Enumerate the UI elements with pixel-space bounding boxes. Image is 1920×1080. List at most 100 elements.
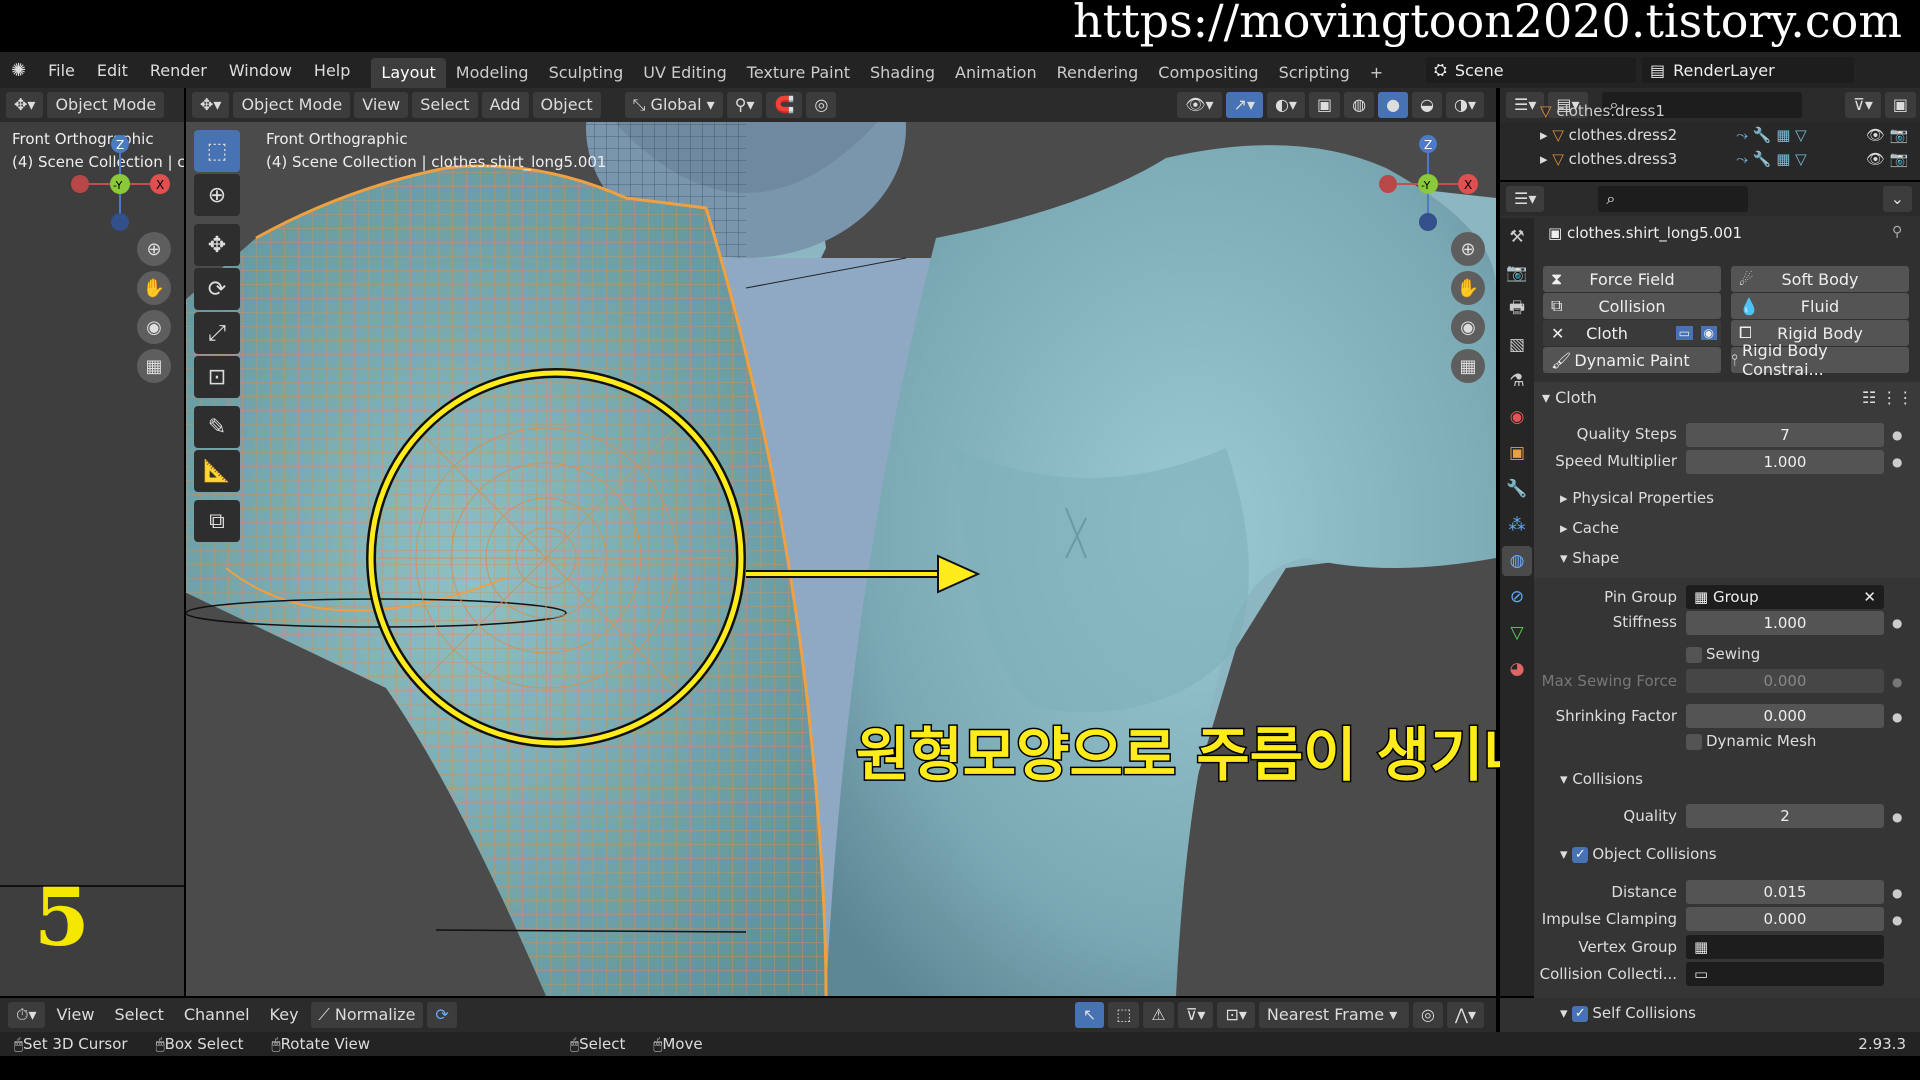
visibility-icon[interactable]: 👁▾ — [1177, 92, 1222, 118]
properties-editor-type-button[interactable]: ☰▾ — [1506, 186, 1545, 212]
fluid-button[interactable]: 💧 Fluid — [1731, 293, 1909, 319]
tab-layout[interactable]: Layout — [371, 58, 446, 88]
checkbox-checked-icon[interactable]: ✓ — [1572, 1005, 1589, 1022]
collision-button[interactable]: ⧉ Collision — [1543, 293, 1721, 319]
timeline-menu-channel[interactable]: Channel — [176, 1002, 258, 1028]
xray-icon[interactable]: ▣ — [1308, 92, 1341, 118]
cloth-panel-title[interactable]: ▾ Cloth — [1542, 388, 1597, 407]
grid-icon[interactable]: ▦ — [137, 349, 171, 383]
collision-quality-field[interactable]: 2 — [1686, 804, 1884, 828]
proportional-icon[interactable]: ◎ — [1412, 1002, 1443, 1028]
sewing-checkbox[interactable]: Sewing — [1686, 645, 1760, 663]
measure-tool-icon[interactable]: 📐 — [194, 450, 240, 492]
proportional-edit-icon[interactable]: ◎ — [806, 92, 837, 118]
blender-logo-icon[interactable]: ✺ — [0, 60, 37, 81]
filter-icon[interactable]: ⊽▾ — [1177, 1002, 1214, 1028]
keyframe-dot[interactable]: ● — [1892, 675, 1902, 689]
collisions-subpanel[interactable]: ▾ Collisions — [1560, 770, 1643, 788]
outliner-editor-type-button[interactable]: ☰▾ — [1506, 92, 1545, 118]
pin-icon[interactable]: ⚲ — [1892, 224, 1902, 240]
shape-subpanel[interactable]: ▾ Shape — [1560, 549, 1619, 567]
editor-type-button[interactable]: ✥▾ — [6, 92, 44, 118]
tab-rendering[interactable]: Rendering — [1047, 58, 1149, 88]
tab-sculpting[interactable]: Sculpting — [539, 58, 634, 88]
menu-render[interactable]: Render — [139, 61, 218, 80]
menu-object[interactable]: Object — [532, 92, 601, 118]
render-layer-selector[interactable]: ▤ RenderLayer — [1642, 57, 1854, 83]
timeline-menu-select[interactable]: Select — [106, 1002, 171, 1028]
left-viewport[interactable]: ✥▾ Object Mode Front Orthographic (4) Sc… — [0, 88, 184, 996]
pivot-icon[interactable]: ⚲▾ — [726, 92, 763, 118]
filter-icon[interactable]: ⊽▾ — [1845, 92, 1881, 118]
tab-animation[interactable]: Animation — [945, 58, 1047, 88]
menu-edit[interactable]: Edit — [86, 61, 139, 80]
physical-properties-subpanel[interactable]: ▸ Physical Properties — [1560, 489, 1714, 507]
normalize-toggle[interactable]: ⟋ Normalize — [310, 1002, 424, 1028]
main-editor-type-button[interactable]: ✥▾ — [192, 92, 230, 118]
outliner-row-dress2[interactable]: ▸ ▽ clothes.dress2 — [1540, 126, 1677, 144]
self-collisions-subpanel[interactable]: ▾ ✓ Self Collisions — [1560, 1004, 1696, 1022]
render-tab-icon[interactable]: 📷 — [1502, 258, 1532, 288]
display-viewport-icon[interactable]: ▭ — [1675, 326, 1693, 340]
errors-icon[interactable]: ⚠ — [1143, 1002, 1174, 1028]
menu-file[interactable]: File — [37, 61, 86, 80]
pin-group-field[interactable]: ▦ Group ✕ — [1686, 585, 1884, 609]
modifier-tab-icon[interactable]: 🔧 — [1502, 474, 1532, 504]
dynamic-mesh-checkbox[interactable]: Dynamic Mesh — [1686, 732, 1816, 750]
tab-scripting[interactable]: Scripting — [1269, 58, 1360, 88]
tab-modeling[interactable]: Modeling — [446, 58, 539, 88]
menu-view[interactable]: View — [354, 92, 409, 118]
collision-collection-field[interactable]: ▭ — [1686, 962, 1884, 986]
show-hidden-icon[interactable]: ⬚ — [1108, 1002, 1140, 1028]
rigid-body-constraint-button[interactable]: ⫯ Rigid Body Constrai... — [1731, 341, 1909, 379]
scene-selector[interactable]: ⛭ Scene — [1426, 57, 1636, 83]
main-axis-gizmo[interactable]: X Z -Y — [1370, 134, 1490, 234]
tab-compositing[interactable]: Compositing — [1148, 58, 1268, 88]
timeline-menu-view[interactable]: View — [49, 1002, 103, 1028]
zoom-icon[interactable]: ⊕ — [137, 232, 171, 266]
left-axis-gizmo[interactable]: X Z -Y — [64, 134, 174, 234]
distance-field[interactable]: 0.015 — [1686, 880, 1884, 904]
new-collection-icon[interactable]: ▣ — [1884, 92, 1916, 118]
scale-tool-icon[interactable]: ⤢ — [194, 312, 240, 354]
tab-uv-editing[interactable]: UV Editing — [633, 58, 736, 88]
cloth-button[interactable]: ✕ Cloth ▭ ◉ — [1543, 320, 1721, 346]
shrinking-factor-field[interactable]: 0.000 — [1686, 704, 1884, 728]
rotate-tool-icon[interactable]: ⟳ — [194, 268, 240, 310]
scene-tab-icon[interactable]: ⚗ — [1502, 366, 1532, 396]
quality-steps-field[interactable]: 7 — [1686, 423, 1884, 447]
cursor-tool-icon[interactable]: ⊕ — [194, 174, 240, 216]
camera-icon[interactable]: ◉ — [137, 310, 171, 344]
keyframe-dot[interactable]: ● — [1892, 886, 1902, 900]
keyframe-dot[interactable]: ● — [1892, 810, 1902, 824]
material-shading-icon[interactable]: ◒ — [1412, 92, 1442, 118]
add-workspace-button[interactable]: + — [1360, 58, 1393, 88]
menu-add[interactable]: Add — [481, 92, 529, 118]
transform-orientation-dropdown[interactable]: ⤡ Global ▾ — [624, 92, 723, 118]
particles-tab-icon[interactable]: ⁂ — [1502, 510, 1532, 540]
list-icon[interactable]: ☷ ⋮⋮ — [1862, 388, 1913, 407]
main-viewport[interactable]: ✥▾ Object Mode View Select Add Object ⤡ … — [186, 88, 1496, 996]
rendered-shading-icon[interactable]: ◑▾ — [1446, 92, 1484, 118]
clear-x-icon[interactable]: ✕ — [1863, 585, 1876, 609]
snap-icon[interactable]: 🧲 — [766, 92, 803, 118]
main-zoom-icon[interactable]: ⊕ — [1451, 232, 1485, 266]
keyframe-dot[interactable]: ● — [1892, 428, 1902, 442]
solid-shading-icon[interactable]: ● — [1378, 92, 1409, 118]
snap-mode-dropdown[interactable]: Nearest Frame ▾ — [1258, 1002, 1409, 1028]
gizmo-icon[interactable]: ↗▾ — [1225, 92, 1263, 118]
only-selected-icon[interactable]: ↖ — [1074, 1002, 1105, 1028]
eye-camera-icons[interactable]: 👁 📷 — [1866, 150, 1909, 168]
timeline-editor-type-button[interactable]: ⏱▾ — [8, 1002, 45, 1028]
auto-normalize-icon[interactable]: ⟳ — [427, 1002, 457, 1028]
snap-mode-icon[interactable]: ⊡▾ — [1217, 1002, 1255, 1028]
menu-select[interactable]: Select — [412, 92, 478, 118]
render-camera-icon[interactable]: ◉ — [1700, 326, 1717, 340]
keyframe-dot[interactable]: ● — [1892, 710, 1902, 724]
dynamic-paint-button[interactable]: 🖌 Dynamic Paint — [1543, 347, 1721, 373]
transform-tool-icon[interactable]: ⊡ — [194, 356, 240, 398]
pan-hand-icon[interactable]: ✋ — [137, 271, 171, 305]
impulse-clamping-field[interactable]: 0.000 — [1686, 907, 1884, 931]
physics-tab-icon[interactable]: ◍ — [1502, 546, 1532, 576]
stiffness-field[interactable]: 1.000 — [1686, 611, 1884, 635]
